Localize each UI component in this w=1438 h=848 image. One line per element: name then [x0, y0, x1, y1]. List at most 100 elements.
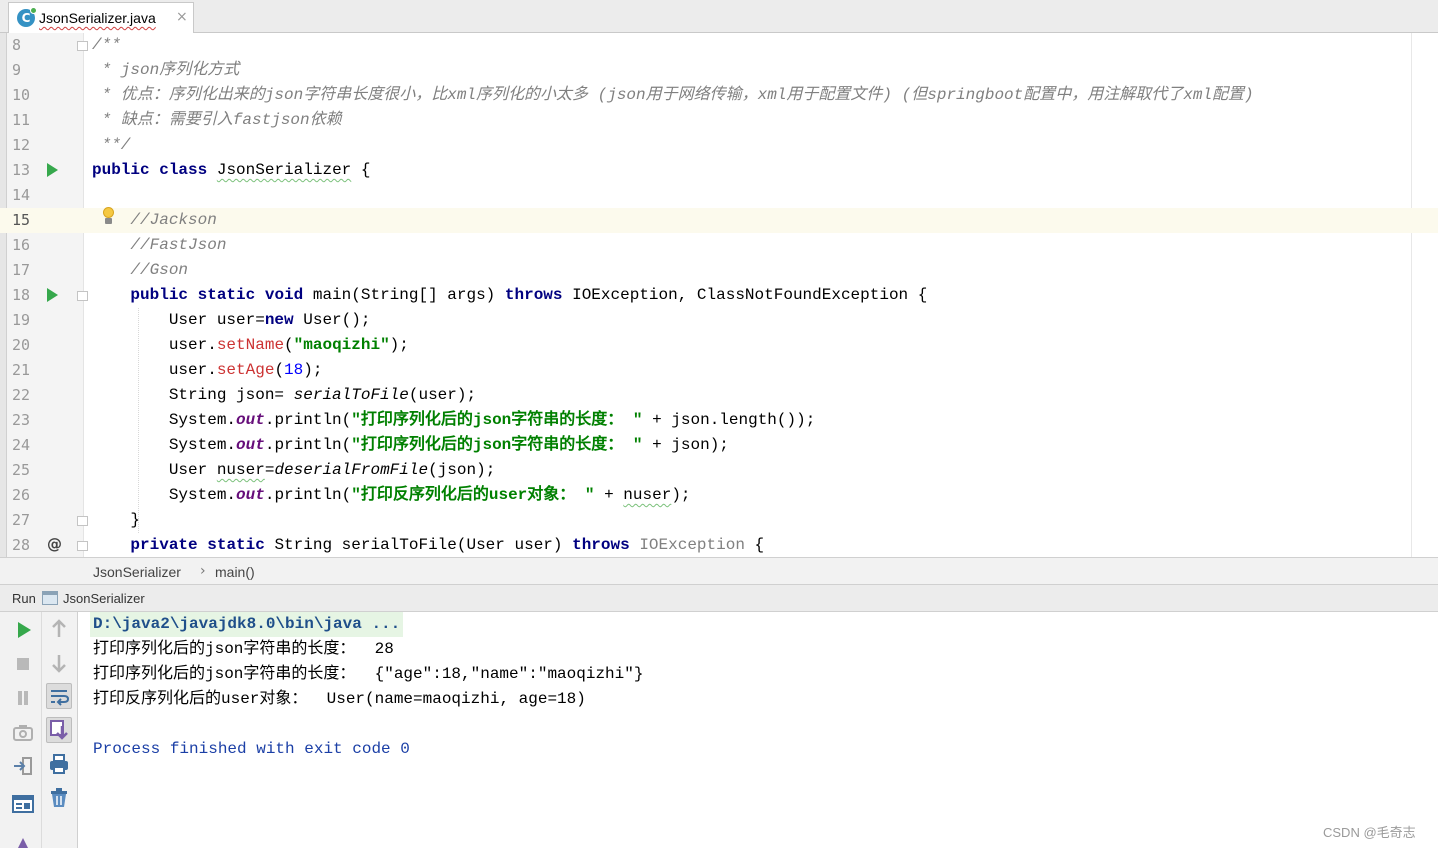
override-gutter-icon[interactable]: @ — [47, 535, 62, 553]
code-editor[interactable]: 8/** 9 * json序列化方式 10 * 优点：序列化出来的json字符串长度… — [0, 33, 1438, 557]
scroll-down-button[interactable] — [46, 650, 72, 676]
code-text: User user=new User(); — [92, 311, 371, 329]
print-icon — [50, 754, 68, 774]
stop-button[interactable] — [10, 651, 36, 677]
up-arrow-icon — [52, 619, 66, 637]
run-label: Run — [12, 591, 36, 606]
code-line[interactable]: 12 **/ — [0, 133, 1438, 158]
code-line[interactable]: 8 /** — [0, 33, 1438, 58]
scroll-to-end-toggle[interactable] — [46, 717, 72, 743]
console-exit-message: Process finished with exit code 0 — [93, 740, 410, 758]
code-line[interactable]: 10 * 优点：序列化出来的json字符串长度很小，比xml序列化的小太多 (j… — [0, 83, 1438, 108]
code-line[interactable]: 24 System.out.println("打印序列化后的json字符串的长度… — [0, 433, 1438, 458]
scroll-to-end-icon — [50, 720, 68, 740]
code-line[interactable]: 26 System.out.println("打印反序列化后的user对象： "… — [0, 483, 1438, 508]
code-text: private static String serialToFile(User … — [130, 536, 765, 554]
close-icon[interactable]: × — [176, 9, 188, 25]
code-line[interactable]: 20 user.setName("maoqizhi"); — [0, 333, 1438, 358]
pause-button[interactable] — [10, 685, 36, 711]
code-text: /** — [92, 36, 121, 54]
screenshot-icon — [13, 725, 33, 741]
code-line[interactable]: 11 * 缺点：需要引入fastjson依赖 — [0, 108, 1438, 133]
code-text: System.out.println("打印序列化后的json字符串的长度： "… — [92, 436, 729, 454]
line-number: 9 — [12, 61, 22, 79]
code-text: * json序列化方式 — [92, 61, 240, 79]
code-text: public static void main(String[] args) t… — [130, 286, 928, 304]
pin-icon — [18, 838, 28, 848]
soft-wrap-toggle[interactable] — [46, 683, 72, 709]
line-number: 16 — [12, 236, 31, 254]
line-number: 11 — [12, 111, 31, 129]
tab-title: JsonSerializer.java — [39, 10, 156, 26]
rerun-icon — [18, 622, 31, 638]
fold-marker-icon[interactable] — [77, 291, 88, 301]
console-output[interactable]: D:\java2\javajdk8.0\bin\java ... 打印序列化后的… — [78, 612, 1438, 848]
run-config-tab[interactable]: JsonSerializer — [63, 591, 145, 606]
code-line[interactable]: 19 User user=new User(); — [0, 308, 1438, 333]
line-number: 17 — [12, 261, 31, 279]
pause-icon — [18, 691, 28, 705]
scroll-up-button[interactable] — [46, 616, 72, 642]
code-text: //Gson — [92, 261, 189, 279]
line-number: 22 — [12, 386, 31, 404]
code-line[interactable]: 23 System.out.println("打印序列化后的json字符串的长度… — [0, 408, 1438, 433]
run-toolbar-secondary — [42, 612, 78, 848]
code-text: * 优点：序列化出来的json字符串长度很小，比xml序列化的小太多 (json… — [92, 86, 1254, 104]
line-number: 20 — [12, 336, 31, 354]
watermark: CSDN @毛奇志 — [1323, 825, 1416, 840]
restore-layout-button[interactable] — [10, 791, 36, 817]
run-gutter-icon[interactable] — [47, 288, 58, 302]
layout-icon — [12, 795, 34, 813]
fold-marker-icon[interactable] — [77, 41, 88, 51]
console-output-line: 打印反序列化后的user对象： User(name=maoqizhi, age=… — [93, 690, 586, 708]
rerun-button[interactable] — [10, 617, 36, 643]
clear-all-button[interactable] — [46, 785, 72, 811]
pin-button[interactable] — [10, 834, 36, 848]
line-number: 18 — [12, 286, 31, 304]
code-line[interactable]: 27 } — [0, 508, 1438, 533]
code-line[interactable]: 13 public class JsonSerializer { — [0, 158, 1438, 183]
code-line[interactable]: 28 private static String serialToFile(Us… — [0, 533, 1438, 557]
code-line[interactable]: 14 — [0, 183, 1438, 208]
code-text: **/ — [92, 136, 131, 154]
code-line[interactable]: 15 //Jackson — [0, 208, 1438, 233]
line-number: 8 — [12, 36, 22, 54]
dump-threads-button[interactable] — [10, 719, 36, 745]
code-text: * 缺点：需要引入fastjson依赖 — [92, 111, 342, 129]
code-line[interactable]: 21 user.setAge(18); — [0, 358, 1438, 383]
fold-marker-icon[interactable] — [77, 516, 88, 526]
line-number: 10 — [12, 86, 31, 104]
console-output-line: 打印序列化后的json字符串的长度： {"age":18,"name":"mao… — [93, 665, 644, 683]
code-line[interactable]: 17 //Gson — [0, 258, 1438, 283]
breadcrumb-separator: › — [200, 563, 206, 579]
code-line[interactable]: 22 String json= serialToFile(user); — [0, 383, 1438, 408]
code-text: //FastJson — [92, 236, 227, 254]
code-text: System.out.println("打印反序列化后的user对象： " + … — [92, 486, 691, 504]
console-command-line[interactable]: D:\java2\javajdk8.0\bin\java ... — [90, 612, 404, 637]
fold-marker-icon[interactable] — [77, 541, 88, 551]
run-config-icon — [42, 591, 58, 605]
code-text: String json= serialToFile(user); — [92, 386, 477, 404]
editor-tab-bar: C JsonSerializer.java × — [0, 0, 1438, 33]
line-number: 26 — [12, 486, 31, 504]
line-number: 21 — [12, 361, 31, 379]
exit-icon — [14, 757, 32, 775]
line-number: 24 — [12, 436, 31, 454]
line-number: 28 — [12, 536, 31, 554]
editor-tab[interactable]: C JsonSerializer.java × — [8, 2, 194, 33]
code-line[interactable]: 9 * json序列化方式 — [0, 58, 1438, 83]
code-line[interactable]: 18 public static void main(String[] args… — [0, 283, 1438, 308]
breadcrumb-class[interactable]: JsonSerializer — [93, 564, 181, 580]
breadcrumb-method[interactable]: main() — [215, 564, 255, 580]
code-text: public class JsonSerializer { — [92, 161, 371, 179]
print-button[interactable] — [46, 751, 72, 777]
run-toolbar-primary — [0, 612, 42, 848]
code-line[interactable]: 25 User nuser=deserialFromFile(json); — [0, 458, 1438, 483]
code-line[interactable]: 16 //FastJson — [0, 233, 1438, 258]
intention-bulb-icon[interactable] — [102, 207, 115, 225]
code-text: user.setAge(18); — [92, 361, 323, 379]
code-text: user.setName("maoqizhi"); — [92, 336, 409, 354]
runnable-badge-icon — [30, 7, 37, 14]
exit-button[interactable] — [10, 753, 36, 779]
run-gutter-icon[interactable] — [47, 163, 58, 177]
